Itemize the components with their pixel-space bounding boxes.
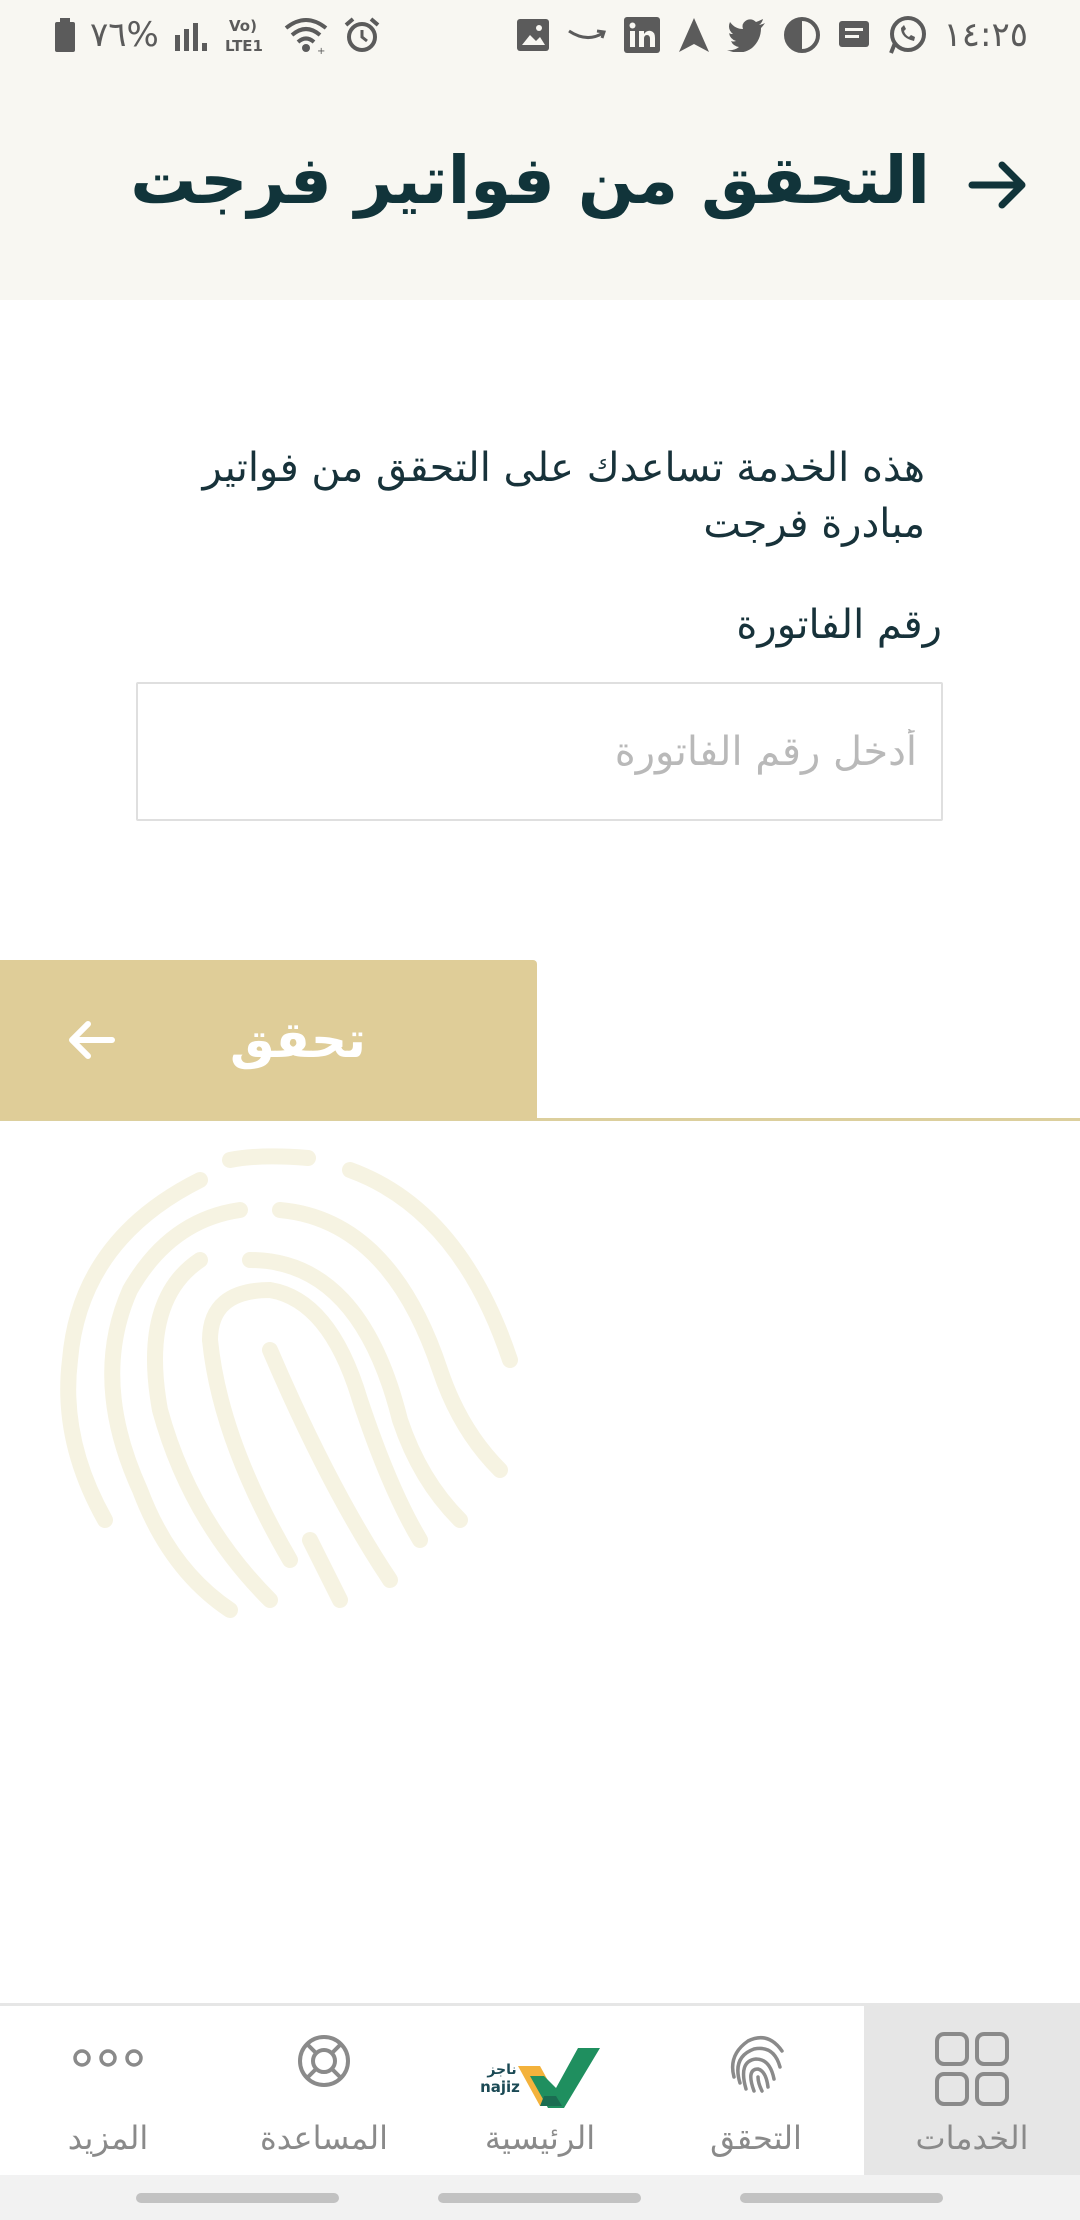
lifebuoy-icon — [294, 2031, 354, 2095]
service-description: هذه الخدمة تساعدك على التحقق من فواتير م… — [202, 445, 925, 547]
gesture-bar — [0, 2175, 1080, 2220]
verify-button[interactable]: تحقق — [0, 960, 537, 1120]
status-right: ١٤:٢٥ — [515, 12, 1028, 58]
linkedin-icon — [623, 16, 661, 54]
battery-icon — [54, 17, 76, 53]
fingerprint-icon — [724, 2031, 788, 2099]
navigation-icon — [677, 16, 711, 54]
nav-label-verify: التحقق — [710, 2119, 802, 2157]
najiz-logo-latin: najiz — [480, 2078, 520, 2096]
arrow-left-icon — [64, 1013, 118, 1067]
nav-item-services[interactable]: الخدمات — [864, 2006, 1080, 2175]
invoice-number-label: رقم الفاتورة — [736, 602, 942, 648]
network-type-icon: Vo) LTE1 — [223, 15, 269, 55]
nav-item-help[interactable]: المساعدة — [216, 2006, 432, 2175]
fingerprint-icon — [60, 1140, 540, 1630]
alarm-icon — [343, 16, 381, 54]
whatsapp-icon — [887, 15, 927, 55]
signal-icon — [173, 19, 209, 51]
svg-text:+: + — [317, 46, 325, 54]
invoice-number-input[interactable] — [136, 682, 943, 821]
amazon-icon — [567, 25, 607, 45]
arrow-right-icon[interactable] — [964, 150, 1034, 220]
page-title: التحقق من فواتير فرجت — [130, 142, 930, 219]
svg-text:LTE1: LTE1 — [225, 37, 263, 55]
battery-percent: ٧٦% — [90, 15, 159, 55]
clock: ١٤:٢٥ — [943, 15, 1028, 55]
najiz-logo-arabic: ناجز — [486, 2062, 516, 2078]
more-dots-icon — [71, 2046, 145, 2074]
nav-label-home: الرئيسية — [484, 2119, 596, 2157]
grid-icon — [934, 2031, 1010, 2111]
verify-button-label: تحقق — [230, 1011, 366, 1069]
svg-text:Vo): Vo) — [229, 17, 257, 35]
gesture-pill-right[interactable] — [740, 2193, 943, 2203]
najiz-logo: ناجز najiz — [478, 2044, 602, 2116]
nav-item-home[interactable]: ناجز najiz الرئيسية — [432, 2006, 648, 2175]
nav-label-more: المزيد — [67, 2119, 149, 2157]
nav-item-verify[interactable]: التحقق — [648, 2006, 864, 2175]
nav-label-services: الخدمات — [915, 2119, 1029, 2157]
status-bar: ٧٦% Vo) LTE1 + ١٤:٢٥ — [0, 0, 1080, 70]
message-icon — [837, 18, 871, 52]
gesture-pill-center[interactable] — [438, 2193, 641, 2203]
nav-label-help: المساعدة — [259, 2119, 389, 2157]
status-left: ٧٦% Vo) LTE1 + — [54, 12, 381, 58]
nav-item-more[interactable]: المزيد — [0, 2006, 216, 2175]
bottom-nav: الخدمات التحقق ناجز najiz الرئيسية المسا… — [0, 2003, 1080, 2175]
app-header: التحقق من فواتير فرجت — [0, 70, 1080, 300]
night-mode-icon — [783, 16, 821, 54]
gesture-pill-left[interactable] — [136, 2193, 339, 2203]
wifi-icon: + — [283, 16, 329, 54]
twitter-icon — [727, 18, 767, 52]
gallery-icon — [515, 17, 551, 53]
